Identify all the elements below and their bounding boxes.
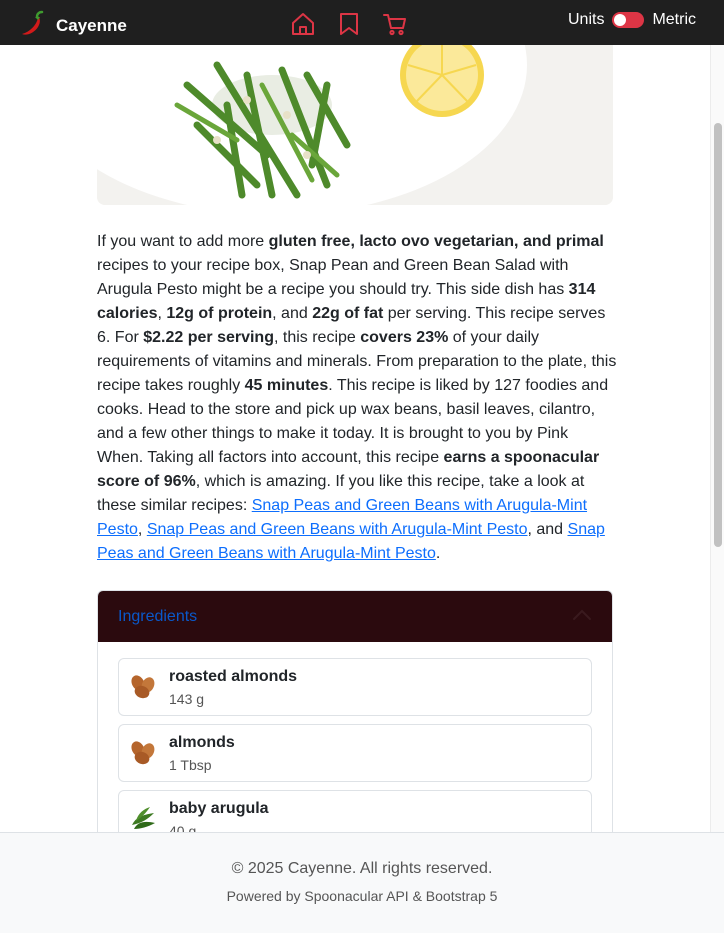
summary-text: recipes to your recipe box, Snap Pean an… xyxy=(97,257,569,298)
units-value: Metric xyxy=(652,11,696,28)
summary-text: , this recipe xyxy=(273,329,361,346)
footer: © 2025 Cayenne. All rights reserved. Pow… xyxy=(0,832,724,933)
units-toggle[interactable] xyxy=(612,12,645,28)
ingredient-name: almonds xyxy=(169,734,235,751)
summary-text: . xyxy=(435,545,441,562)
summary-diets: gluten free, lacto ovo vegetarian, and p… xyxy=(268,233,604,250)
summary-coverage: covers 23% xyxy=(360,329,449,346)
recipe-image xyxy=(97,45,613,205)
almond-icon xyxy=(125,669,161,705)
ingredients-accordion-header[interactable]: Ingredients xyxy=(98,591,612,642)
footer-powered-by: Powered by Spoonacular API & Bootstrap 5 xyxy=(226,888,498,904)
units-label: Units xyxy=(567,11,605,28)
ingredient-card: roasted almonds 143 g xyxy=(118,658,592,716)
ingredient-amount: 1 Tbsp xyxy=(169,757,212,773)
scrollbar-thumb[interactable] xyxy=(714,123,722,547)
summary-text: , and xyxy=(272,305,313,322)
brand[interactable]: Cayenne xyxy=(16,8,127,43)
summary-fat: 22g of fat xyxy=(312,305,384,322)
ingredient-name: roasted almonds xyxy=(169,668,298,685)
summary-text: If you want to add more xyxy=(97,233,269,250)
top-navbar: Cayenne Units Metric xyxy=(0,0,724,45)
brand-name: Cayenne xyxy=(56,15,127,35)
summary-protein: 12g of protein xyxy=(166,305,273,322)
cart-icon[interactable] xyxy=(382,11,408,37)
summary-text: , xyxy=(137,521,147,538)
ingredient-amount: 143 g xyxy=(169,691,205,707)
recipe-summary: If you want to add more gluten free, lac… xyxy=(97,230,617,566)
ingredients-title: Ingredients xyxy=(118,607,198,625)
similar-recipe-link[interactable]: Snap Peas and Green Beans with Arugula-M… xyxy=(147,521,528,538)
footer-copyright: © 2025 Cayenne. All rights reserved. xyxy=(231,860,493,877)
summary-time: 45 minutes xyxy=(244,377,329,394)
chili-pepper-icon xyxy=(16,8,46,43)
ingredient-card: almonds 1 Tbsp xyxy=(118,724,592,782)
home-icon[interactable] xyxy=(290,11,316,37)
ingredients-list: roasted almonds 143 g almonds 1 Tbsp bab… xyxy=(98,642,612,849)
page-scrollbar[interactable] xyxy=(710,45,724,832)
ingredient-name: baby arugula xyxy=(169,800,269,817)
bookmark-icon[interactable] xyxy=(336,11,362,37)
summary-text: , and xyxy=(527,521,568,538)
ingredients-accordion: Ingredients roasted almonds 143 g almond… xyxy=(97,590,613,850)
summary-price: $2.22 per serving xyxy=(143,329,274,346)
chevron-up-icon xyxy=(572,608,592,626)
almond-icon xyxy=(125,735,161,771)
